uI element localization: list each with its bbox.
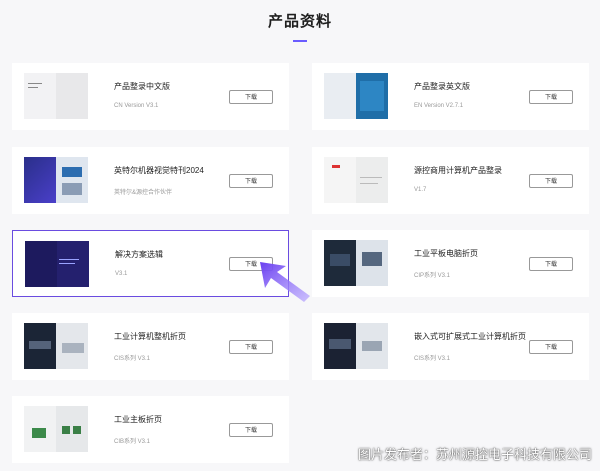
card-title: 源控商用计算机产品整录: [414, 166, 502, 175]
intel-vision-thumbnail: [24, 157, 88, 203]
card-intel-vision: 英特尔机器视觉特刊2024 英特尔&源控合作伙伴 下载: [12, 147, 289, 214]
card-embedded-pc: 嵌入式可扩展式工业计算机折页 CIS系列 V3.1 下载: [312, 313, 589, 380]
card-motherboard: 工业主板折页 CIB系列 V3.1 下载: [12, 396, 289, 463]
download-button[interactable]: 下载: [229, 90, 273, 104]
download-button[interactable]: 下载: [529, 174, 573, 188]
title-underline: [293, 40, 307, 42]
card-subtitle: CIS系列 V3.1: [114, 356, 151, 362]
catalog-en-thumbnail: [324, 73, 388, 119]
card-panel-pc: 工业平板电脑折页 CIP系列 V3.1 下载: [312, 230, 589, 297]
card-industrial-pc: 工业计算机整机折页 CIS系列 V3.1 下载: [12, 313, 289, 380]
pointer-arrow-icon: [260, 262, 310, 302]
catalog-cn-thumbnail: [24, 73, 88, 119]
download-button[interactable]: 下载: [529, 340, 573, 354]
card-title: 工业主板折页: [114, 415, 162, 424]
card-solutions: 解决方案选辑 V3.1 下载: [12, 230, 289, 297]
download-button[interactable]: 下载: [229, 340, 273, 354]
download-button[interactable]: 下载: [529, 90, 573, 104]
motherboard-thumbnail: [24, 406, 88, 452]
commercial-catalog-thumbnail: [324, 157, 388, 203]
download-button[interactable]: 下载: [229, 174, 273, 188]
card-subtitle: CIS系列 V3.1: [414, 356, 451, 362]
panel-pc-thumbnail: [324, 240, 388, 286]
card-subtitle: V3.1: [115, 271, 128, 277]
card-title: 工业计算机整机折页: [114, 332, 186, 341]
industrial-pc-thumbnail: [24, 323, 88, 369]
download-button[interactable]: 下载: [229, 423, 273, 437]
card-title: 解决方案选辑: [115, 250, 163, 259]
card-subtitle: CN Version V3.1: [114, 103, 159, 109]
card-title: 产品整录英文版: [414, 82, 470, 91]
card-subtitle: CIP系列 V3.1: [414, 273, 451, 279]
card-subtitle: V1.7: [414, 187, 427, 193]
embedded-pc-thumbnail: [324, 323, 388, 369]
card-subtitle: 英特尔&源控合作伙伴: [114, 190, 173, 196]
card-subtitle: EN Version V2.7.1: [414, 103, 464, 109]
card-catalog-en: 产品整录英文版 EN Version V2.7.1 下载: [312, 63, 589, 130]
card-catalog-cn: 产品整录中文版 CN Version V3.1 下载: [12, 63, 289, 130]
watermark: 图片发布者：苏州源控电子科技有限公司: [357, 447, 592, 462]
page-title: 产品资料: [267, 13, 332, 30]
solutions-thumbnail: [25, 241, 89, 287]
card-title: 产品整录中文版: [114, 82, 170, 91]
card-title: 嵌入式可扩展式工业计算机折页: [414, 332, 526, 341]
card-title: 英特尔机器视觉特刊2024: [114, 166, 204, 175]
card-subtitle: CIB系列 V3.1: [114, 439, 151, 445]
download-button[interactable]: 下载: [529, 257, 573, 271]
card-commercial-catalog: 源控商用计算机产品整录 V1.7 下载: [312, 147, 589, 214]
card-title: 工业平板电脑折页: [414, 249, 478, 258]
